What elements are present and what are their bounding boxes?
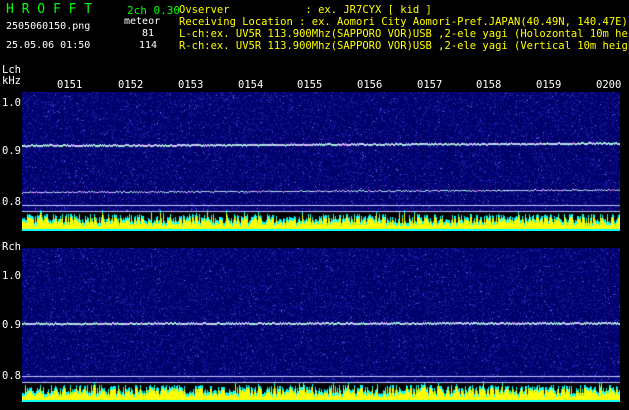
observer-info: Ovserver : ex. JR7CYX [ kid ]	[179, 4, 432, 16]
meteor-label: meteor	[124, 16, 161, 27]
lch-ylabel: 1.0	[2, 97, 21, 109]
lch-meteor-count: 81	[142, 28, 155, 39]
time-tick: 0157	[417, 79, 443, 91]
rch-meteor-count: 114	[139, 40, 158, 51]
rch-label: Rch	[2, 241, 21, 253]
time-tick: 0154	[238, 79, 264, 91]
rch-ylabel: 1.0	[2, 270, 21, 282]
time-tick: 0200	[596, 79, 622, 91]
lch-spectrogram	[22, 92, 620, 231]
location-info: Receiving Location : ex. Aomori City Aom…	[179, 16, 628, 28]
app-logo: H R O F F T	[6, 2, 93, 17]
time-tick: 0159	[536, 79, 562, 91]
rch-ylabel: 0.8	[2, 370, 21, 382]
datetime-label: 25.05.06 01:50	[6, 40, 91, 51]
time-tick: 0153	[178, 79, 204, 91]
version-label: 2ch 0.30	[127, 4, 180, 17]
lch-ylabel: 0.8	[2, 196, 21, 208]
rch-ylabel: 0.9	[2, 319, 21, 331]
time-tick: 0156	[357, 79, 383, 91]
time-tick: 0152	[118, 79, 144, 91]
unit-label: kHz	[2, 75, 21, 87]
time-tick: 0151	[57, 79, 83, 91]
lch-info: L-ch:ex. UV5R 113.900Mhz(SAPPORO VOR)USB…	[179, 28, 629, 40]
lch-label: Lch	[2, 64, 21, 76]
rch-info: R-ch:ex. UV5R 113.900Mhz(SAPPORO VOR)USB…	[179, 40, 629, 52]
lch-ylabel: 0.9	[2, 145, 21, 157]
time-tick: 0158	[476, 79, 502, 91]
time-tick: 0155	[297, 79, 323, 91]
filename-label: 2505060150.png	[6, 21, 91, 32]
rch-spectrogram	[22, 248, 620, 402]
